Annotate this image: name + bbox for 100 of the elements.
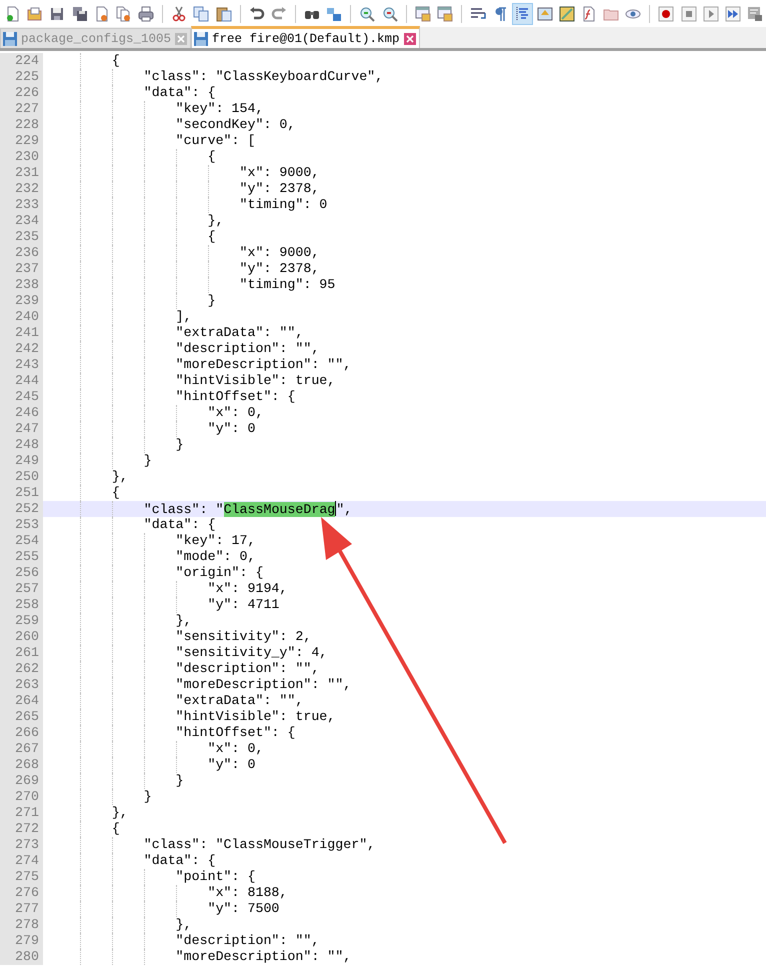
line-number: 238 — [0, 277, 43, 293]
tab-label: package_configs_1005 — [21, 32, 172, 46]
code-line: "x": 9000, — [238, 165, 320, 180]
code-line: "timing": 0 — [238, 197, 328, 212]
line-number: 244 — [0, 373, 43, 389]
code-line: } — [174, 437, 184, 452]
code-line: "x": 8188, — [206, 885, 288, 900]
code-line: "y": 2378, — [238, 261, 320, 276]
code-line: }, — [206, 213, 224, 228]
line-number: 243 — [0, 357, 43, 373]
code-line: }, — [110, 469, 128, 484]
line-number: 249 — [0, 453, 43, 469]
code-line: "sensitivity_y": 4, — [174, 645, 328, 660]
line-number: 235 — [0, 229, 43, 245]
line-number: 273 — [0, 837, 43, 853]
code-line: { — [206, 149, 216, 164]
code-line: "key": 17, — [174, 533, 256, 548]
code-line: }, — [174, 613, 192, 628]
line-number: 269 — [0, 773, 43, 789]
line-number: 280 — [0, 949, 43, 965]
code-line: "moreDescription": "", — [174, 357, 352, 372]
line-number: 233 — [0, 197, 43, 213]
line-number: 230 — [0, 149, 43, 165]
code-line: "data": { — [142, 853, 216, 868]
line-number: 250 — [0, 469, 43, 485]
code-line: "moreDescription": "", — [174, 949, 352, 964]
line-number: 234 — [0, 213, 43, 229]
line-number: 240 — [0, 309, 43, 325]
code-line: "class": "ClassKeyboardCurve", — [142, 69, 384, 84]
line-number: 245 — [0, 389, 43, 405]
code-line: "data": { — [142, 85, 216, 100]
line-number: 225 — [0, 69, 43, 85]
code-line: "data": { — [142, 517, 216, 532]
code-line: "extraData": "", — [174, 325, 304, 340]
code-line: "hintOffset": { — [174, 725, 296, 740]
line-number: 248 — [0, 437, 43, 453]
line-number: 227 — [0, 101, 43, 117]
code-line: "mode": 0, — [174, 549, 256, 564]
line-number: 251 — [0, 485, 43, 501]
line-number: 224 — [0, 53, 43, 69]
code-line: "hintVisible": true, — [174, 373, 336, 388]
code-line: "x": 0, — [206, 741, 264, 756]
line-number: 266 — [0, 725, 43, 741]
line-number: 255 — [0, 549, 43, 565]
code-line: "x": 9194, — [206, 581, 288, 596]
line-number: 278 — [0, 917, 43, 933]
line-number: 275 — [0, 869, 43, 885]
line-number: 261 — [0, 645, 43, 661]
line-number: 236 — [0, 245, 43, 261]
line-number: 242 — [0, 341, 43, 357]
line-number: 276 — [0, 885, 43, 901]
save-icon — [194, 32, 208, 46]
line-number: 252 — [0, 501, 43, 517]
line-number: 253 — [0, 517, 43, 533]
line-number: 272 — [0, 821, 43, 837]
code-line: { — [110, 821, 120, 836]
code-line: }, — [174, 917, 192, 932]
code-line: "y": 0 — [206, 757, 256, 772]
code-line: { — [110, 53, 120, 68]
code-line: "extraData": "", — [174, 693, 304, 708]
code-line: { — [110, 485, 120, 500]
line-number: 260 — [0, 629, 43, 645]
line-number: 232 — [0, 181, 43, 197]
line-number: 254 — [0, 533, 43, 549]
line-number: 239 — [0, 293, 43, 309]
file-tab[interactable]: free fire@01(Default).kmp — [191, 26, 420, 48]
code-line: "key": 154, — [174, 101, 264, 116]
code-line: } — [174, 773, 184, 788]
line-number: 241 — [0, 325, 43, 341]
code-line: }, — [110, 805, 128, 820]
line-number: 267 — [0, 741, 43, 757]
code-line: "x": 9000, — [238, 245, 320, 260]
line-number: 262 — [0, 661, 43, 677]
line-number: 226 — [0, 85, 43, 101]
code-line: "point": { — [174, 869, 256, 884]
code-line: "description": "", — [174, 661, 320, 676]
code-line: "sensitivity": 2, — [174, 629, 312, 644]
line-number: 265 — [0, 709, 43, 725]
line-number: 270 — [0, 789, 43, 805]
close-icon[interactable] — [404, 32, 416, 44]
line-number: 231 — [0, 165, 43, 181]
code-line: "hintOffset": { — [174, 389, 296, 404]
line-number: 264 — [0, 693, 43, 709]
line-number: 246 — [0, 405, 43, 421]
line-number: 259 — [0, 613, 43, 629]
line-number: 277 — [0, 901, 43, 917]
code-line: } — [142, 453, 152, 468]
code-line: "moreDescription": "", — [174, 677, 352, 692]
code-line: "y": 4711 — [206, 597, 280, 612]
indent-guide-icon[interactable] — [512, 2, 534, 24]
save-icon — [3, 32, 17, 46]
line-number: 274 — [0, 853, 43, 869]
code-line: } — [142, 789, 152, 804]
line-number: 263 — [0, 677, 43, 693]
tab-label: free fire@01(Default).kmp — [212, 32, 400, 46]
code-line: "curve": [ — [174, 133, 256, 148]
code-line: ], — [174, 309, 192, 324]
code-line: "x": 0, — [206, 405, 264, 420]
code-line: "class": "ClassMouseTrigger", — [142, 837, 376, 852]
code-line: "y": 7500 — [206, 901, 280, 916]
